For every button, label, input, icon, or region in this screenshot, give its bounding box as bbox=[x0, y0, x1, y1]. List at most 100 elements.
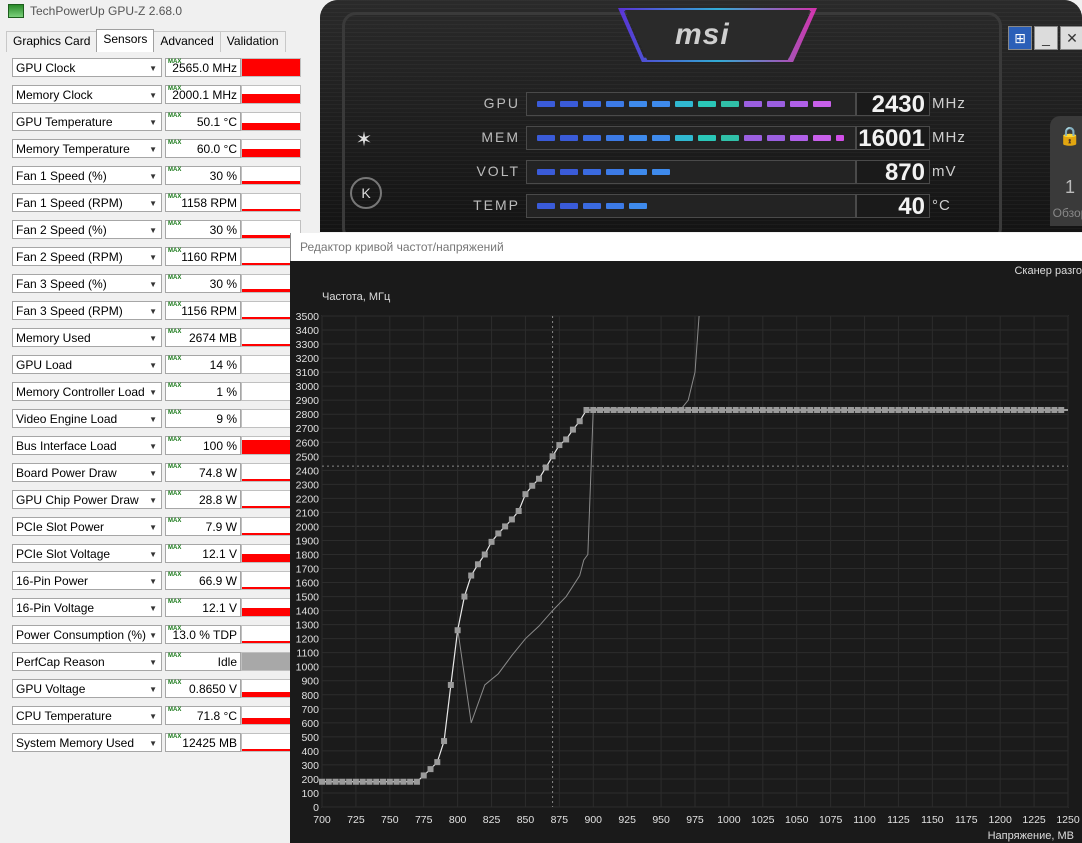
lock-icon[interactable]: 🔒 bbox=[1050, 126, 1082, 147]
curve-point bbox=[380, 778, 387, 785]
kombustor-icon[interactable]: K bbox=[350, 177, 382, 209]
sensor-value: MAX 1 % bbox=[165, 382, 241, 401]
max-badge: MAX bbox=[168, 167, 182, 173]
x-tick-label: 1250 bbox=[1056, 814, 1080, 826]
sensor-name-dropdown[interactable]: Memory Clock ▼ bbox=[12, 85, 162, 104]
sensor-name-dropdown[interactable]: Fan 2 Speed (RPM) ▼ bbox=[12, 247, 162, 266]
sensor-value-text: 2565.0 MHz bbox=[172, 61, 237, 75]
curve-point bbox=[502, 523, 509, 530]
sensor-name-dropdown[interactable]: Fan 3 Speed (%) ▼ bbox=[12, 274, 162, 293]
sensor-name: Board Power Draw bbox=[16, 466, 117, 480]
sensor-name-dropdown[interactable]: GPU Clock ▼ bbox=[12, 58, 162, 77]
sensor-name-dropdown[interactable]: GPU Temperature ▼ bbox=[12, 112, 162, 131]
curve-point bbox=[556, 442, 563, 449]
sensor-name-dropdown[interactable]: Fan 1 Speed (%) ▼ bbox=[12, 166, 162, 185]
tab-graphics-card[interactable]: Graphics Card bbox=[6, 31, 98, 52]
monitor-bar-segment bbox=[767, 135, 785, 141]
chevron-down-icon: ▼ bbox=[149, 307, 157, 316]
chevron-down-icon: ▼ bbox=[149, 280, 157, 289]
sensor-name-dropdown[interactable]: Power Consumption (%) ▼ bbox=[12, 625, 162, 644]
monitor-bar-segment bbox=[629, 135, 647, 141]
monitor-bar-segment bbox=[675, 101, 693, 107]
curve-point bbox=[1051, 406, 1058, 413]
curve-point bbox=[827, 406, 834, 413]
sensor-value: MAX 2000.1 MHz bbox=[165, 85, 241, 104]
sensor-name-dropdown[interactable]: Video Engine Load ▼ bbox=[12, 409, 162, 428]
sensor-value-text: 12.1 V bbox=[202, 601, 237, 615]
msi-scanner-icon[interactable]: ✶ bbox=[350, 126, 378, 154]
tab-validation[interactable]: Validation bbox=[219, 31, 286, 52]
sensor-name-dropdown[interactable]: Fan 1 Speed (RPM) ▼ bbox=[12, 193, 162, 212]
max-badge: MAX bbox=[168, 464, 182, 470]
sensor-graph bbox=[241, 85, 301, 104]
max-badge: MAX bbox=[168, 437, 182, 443]
sensor-name: Fan 1 Speed (RPM) bbox=[16, 196, 123, 210]
curve-point bbox=[461, 593, 468, 600]
sensor-name-dropdown[interactable]: PCIe Slot Power ▼ bbox=[12, 517, 162, 536]
sensor-name-dropdown[interactable]: Memory Used ▼ bbox=[12, 328, 162, 347]
x-tick-label: 875 bbox=[551, 814, 569, 826]
curve-point bbox=[1017, 406, 1024, 413]
sensor-name: Memory Temperature bbox=[16, 142, 130, 156]
sensor-name-dropdown[interactable]: GPU Voltage ▼ bbox=[12, 679, 162, 698]
x-tick-label: 1125 bbox=[887, 814, 910, 826]
sensor-name: Memory Clock bbox=[16, 88, 93, 102]
x-tick-label: 1000 bbox=[717, 814, 741, 826]
x-tick-label: 1175 bbox=[955, 814, 978, 826]
y-tick-label: 2300 bbox=[296, 479, 320, 491]
curve-point bbox=[508, 516, 515, 523]
y-tick-label: 0 bbox=[313, 802, 319, 814]
monitor-unit: MHz bbox=[932, 129, 966, 146]
vf-curve-chart[interactable]: 0 100 200 300 400 500 600 700 800 900 1000 1100 1200… bbox=[290, 233, 1082, 843]
monitor-bar-segment bbox=[652, 135, 670, 141]
curve-point bbox=[766, 406, 773, 413]
sensor-name: 16-Pin Voltage bbox=[16, 601, 95, 615]
sensor-name-dropdown[interactable]: GPU Load ▼ bbox=[12, 355, 162, 374]
sensor-name: PCIe Slot Power bbox=[16, 520, 105, 534]
monitor-bar-segment bbox=[537, 135, 555, 141]
curve-point bbox=[658, 406, 665, 413]
monitor-bar-segment bbox=[606, 203, 624, 209]
curve-point bbox=[454, 627, 461, 634]
sensor-name: Fan 1 Speed (%) bbox=[16, 169, 107, 183]
sensor-name-dropdown[interactable]: GPU Chip Power Draw ▼ bbox=[12, 490, 162, 509]
sensor-name-dropdown[interactable]: Fan 2 Speed (%) ▼ bbox=[12, 220, 162, 239]
tab-sensors[interactable]: Sensors bbox=[96, 29, 155, 52]
curve-point bbox=[339, 778, 346, 785]
minimize-button[interactable]: _ bbox=[1034, 26, 1058, 50]
curve-point bbox=[474, 561, 481, 568]
max-badge: MAX bbox=[168, 680, 182, 686]
sensor-value-text: 1160 RPM bbox=[181, 250, 237, 264]
msi-logo: msi bbox=[675, 18, 730, 51]
sensor-value: MAX 30 % bbox=[165, 274, 241, 293]
sensor-name-dropdown[interactable]: System Memory Used ▼ bbox=[12, 733, 162, 752]
sensor-name-dropdown[interactable]: PCIe Slot Voltage ▼ bbox=[12, 544, 162, 563]
sensor-name-dropdown[interactable]: Bus Interface Load ▼ bbox=[12, 436, 162, 455]
lock-panel[interactable]: 🔒 1 Обзор bbox=[1050, 116, 1082, 226]
curve-point bbox=[637, 406, 644, 413]
sensor-value: MAX 9 % bbox=[165, 409, 241, 428]
sensor-name: Memory Used bbox=[16, 331, 91, 345]
sensor-name-dropdown[interactable]: 16-Pin Power ▼ bbox=[12, 571, 162, 590]
monitor-bar-segment bbox=[652, 169, 670, 175]
sensor-name-dropdown[interactable]: 16-Pin Voltage ▼ bbox=[12, 598, 162, 617]
sensor-name-dropdown[interactable]: Board Power Draw ▼ bbox=[12, 463, 162, 482]
sensor-name-dropdown[interactable]: Memory Controller Load ▼ bbox=[12, 382, 162, 401]
x-tick-label: 1025 bbox=[751, 814, 775, 826]
tab-advanced[interactable]: Advanced bbox=[153, 31, 221, 52]
curve-point bbox=[407, 778, 414, 785]
sensor-value-text: 1156 RPM bbox=[181, 304, 237, 318]
windows-logo-icon[interactable]: ⊞ bbox=[1008, 26, 1032, 50]
sensor-value: MAX 71.8 °C bbox=[165, 706, 241, 725]
curve-point bbox=[875, 406, 882, 413]
x-tick-label: 725 bbox=[347, 814, 365, 826]
curve-point bbox=[441, 738, 448, 745]
sensor-name-dropdown[interactable]: Memory Temperature ▼ bbox=[12, 139, 162, 158]
close-button[interactable]: ✕ bbox=[1060, 26, 1082, 50]
sensor-name-dropdown[interactable]: Fan 3 Speed (RPM) ▼ bbox=[12, 301, 162, 320]
monitor-bar-segment bbox=[606, 135, 624, 141]
curve-point bbox=[705, 406, 712, 413]
sensor-name-dropdown[interactable]: CPU Temperature ▼ bbox=[12, 706, 162, 725]
sensor-name-dropdown[interactable]: PerfCap Reason ▼ bbox=[12, 652, 162, 671]
monitor-bar-segment bbox=[698, 101, 716, 107]
